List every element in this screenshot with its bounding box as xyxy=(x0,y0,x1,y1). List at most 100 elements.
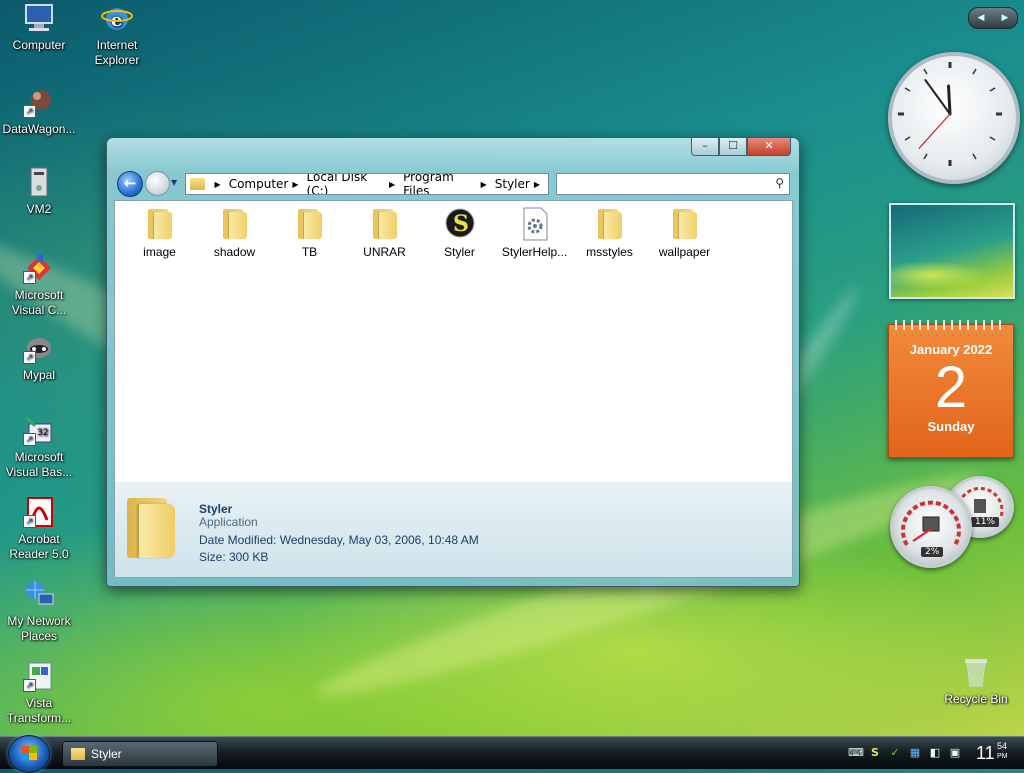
clock-hour: 11 xyxy=(976,743,995,763)
breadcrumb-computer[interactable]: Computer xyxy=(229,177,289,191)
file-name: StylerHelp... xyxy=(501,245,568,259)
clock-tick xyxy=(989,87,996,92)
datawagon-icon: ↗ xyxy=(23,86,55,118)
desktop-icon-datawagon[interactable]: ↗ DataWagon... xyxy=(0,86,78,137)
file-item-image[interactable]: image xyxy=(122,207,197,259)
file-item-shadow[interactable]: shadow xyxy=(197,207,272,259)
search-input[interactable]: ⚲ xyxy=(556,173,790,195)
file-item-tb[interactable]: TB xyxy=(272,207,347,259)
folder-icon xyxy=(590,207,630,241)
clock-hour-hand xyxy=(947,84,952,116)
breadcrumb-program-files[interactable]: Program Files xyxy=(403,174,476,194)
maximize-button[interactable]: ☐ xyxy=(719,138,747,156)
shortcut-arrow-icon: ↗ xyxy=(23,515,36,528)
minimize-button[interactable]: – xyxy=(691,138,719,156)
gadget-navigation[interactable]: ◀ ▶ xyxy=(968,7,1018,29)
desktop-icon-computer[interactable]: Computer xyxy=(0,2,78,53)
desktop-icon-label: My Network Places xyxy=(7,614,71,643)
search-icon[interactable]: ⚲ xyxy=(775,176,784,190)
file-item-wallpaper[interactable]: wallpaper xyxy=(647,207,722,259)
file-item-msstyles[interactable]: msstyles xyxy=(572,207,647,259)
folder-icon xyxy=(290,207,330,241)
desktop-icon-mypal[interactable]: ↗ Mypal xyxy=(0,332,78,383)
folder-icon xyxy=(365,207,405,241)
desktop-icon-label: Mypal xyxy=(22,368,55,382)
check-icon[interactable]: ✓ xyxy=(888,746,902,760)
power-icon[interactable]: ▣ xyxy=(948,746,962,760)
shortcut-arrow-icon: ↗ xyxy=(23,271,36,284)
breadcrumb-separator[interactable]: ▶ xyxy=(534,180,540,189)
file-item-stylerhelp[interactable]: StylerHelp... xyxy=(497,207,572,259)
forward-button[interactable] xyxy=(145,171,170,196)
cpu-meter-gadget[interactable]: 2% xyxy=(890,486,972,568)
clock-minute: 54 xyxy=(997,741,1008,751)
folder-icon xyxy=(140,207,180,241)
file-item-styler[interactable]: S Styler xyxy=(422,207,497,259)
desktop-icon-visual-c[interactable]: ↗ Microsoft Visual C... xyxy=(0,252,78,318)
breadcrumb-separator[interactable]: ▶ xyxy=(481,180,487,189)
file-item-unrar[interactable]: UNRAR xyxy=(347,207,422,259)
file-list[interactable]: image shadow TB UNRAR S Styler StylerHel… xyxy=(114,200,793,484)
desktop-icon-network-places[interactable]: My Network Places xyxy=(0,578,78,644)
details-size: Size: 300 KB xyxy=(199,550,269,564)
system-tray: ⌨ S ✓ ▦ ◧ ▣ xyxy=(848,743,962,763)
start-button[interactable] xyxy=(8,735,50,773)
desktop-icon-label: Internet Explorer xyxy=(94,38,140,67)
desktop-icon-acrobat[interactable]: ↗ Acrobat Reader 5.0 xyxy=(0,496,78,562)
file-name: msstyles xyxy=(586,245,633,259)
breadcrumb-local-disk[interactable]: Local Disk (C:) xyxy=(307,174,385,194)
gadget-prev-icon[interactable]: ◀ xyxy=(978,13,985,23)
breadcrumb-styler[interactable]: Styler xyxy=(495,177,530,191)
clock-tick xyxy=(972,68,977,75)
file-name: shadow xyxy=(213,245,256,259)
file-name: TB xyxy=(301,245,318,259)
calendar-weekday: Sunday xyxy=(927,419,975,434)
gadget-next-icon[interactable]: ▶ xyxy=(1002,13,1009,23)
clock-face xyxy=(898,62,1002,166)
file-name: image xyxy=(143,245,176,259)
details-type: Application xyxy=(199,515,258,529)
explorer-window[interactable]: – ☐ ✕ ← ▼ ▶ Computer ▶ Local Disk (C:) ▶… xyxy=(106,137,800,587)
folder-icon xyxy=(215,207,255,241)
back-button[interactable]: ← xyxy=(117,171,143,197)
styler-tray-icon[interactable]: S xyxy=(868,746,882,760)
clock-tick xyxy=(923,68,928,75)
recycle-bin-icon xyxy=(960,656,992,688)
calendar-rings xyxy=(895,320,1007,330)
clock-tick xyxy=(972,153,977,160)
details-pane: Styler Application Date Modified: Wednes… xyxy=(114,482,793,578)
clock-gadget[interactable] xyxy=(888,52,1020,184)
clock-ampm: PM xyxy=(997,753,1008,760)
desktop-icon-label: Vista Transform... xyxy=(6,696,72,725)
visual-basic-icon: 32 ↗ xyxy=(23,414,55,446)
shortcut-arrow-icon: ↗ xyxy=(23,679,36,692)
desktop-icon-vista-transform[interactable]: ↗ Vista Transform... xyxy=(0,660,78,726)
close-button[interactable]: ✕ xyxy=(747,138,791,156)
folder-icon xyxy=(127,498,177,560)
desktop-icon-label: VM2 xyxy=(26,202,52,216)
desktop-icon-label: Microsoft Visual C... xyxy=(11,288,67,317)
network-places-icon xyxy=(23,578,55,610)
clock-tick xyxy=(989,136,996,141)
taskbar: Styler ⌨ S ✓ ▦ ◧ ▣ 11 54 PM xyxy=(0,735,1024,773)
slideshow-gadget[interactable] xyxy=(889,203,1015,299)
mypal-icon: ↗ xyxy=(23,332,55,364)
desktop-icon-internet-explorer[interactable]: e Internet Explorer xyxy=(78,2,156,68)
recent-pages-dropdown[interactable]: ▼ xyxy=(171,178,177,187)
address-bar[interactable]: ▶ Computer ▶ Local Disk (C:) ▶ Program F… xyxy=(185,173,549,195)
breadcrumb-separator[interactable]: ▶ xyxy=(215,180,221,189)
calendar-gadget[interactable]: January 2022 2 Sunday xyxy=(888,320,1014,458)
desktop-icon-recycle-bin[interactable]: Recycle Bin xyxy=(936,656,1016,707)
keyboard-icon[interactable]: ⌨ xyxy=(848,746,864,760)
volume-icon[interactable]: ◧ xyxy=(928,746,942,760)
breadcrumb-separator[interactable]: ▶ xyxy=(389,180,395,189)
desktop-icon-visual-basic[interactable]: 32 ↗ Microsoft Visual Bas... xyxy=(0,414,78,480)
breadcrumb-separator[interactable]: ▶ xyxy=(292,180,298,189)
cpu-percent: 2% xyxy=(921,547,944,557)
network-icon[interactable]: ▦ xyxy=(908,746,922,760)
calendar-day: 2 xyxy=(934,355,968,420)
svg-text:32: 32 xyxy=(37,428,48,438)
taskbar-button-styler[interactable]: Styler xyxy=(62,741,218,767)
desktop-icon-label: Microsoft Visual Bas... xyxy=(5,450,73,479)
desktop-icon-vm2[interactable]: VM2 xyxy=(0,166,78,217)
